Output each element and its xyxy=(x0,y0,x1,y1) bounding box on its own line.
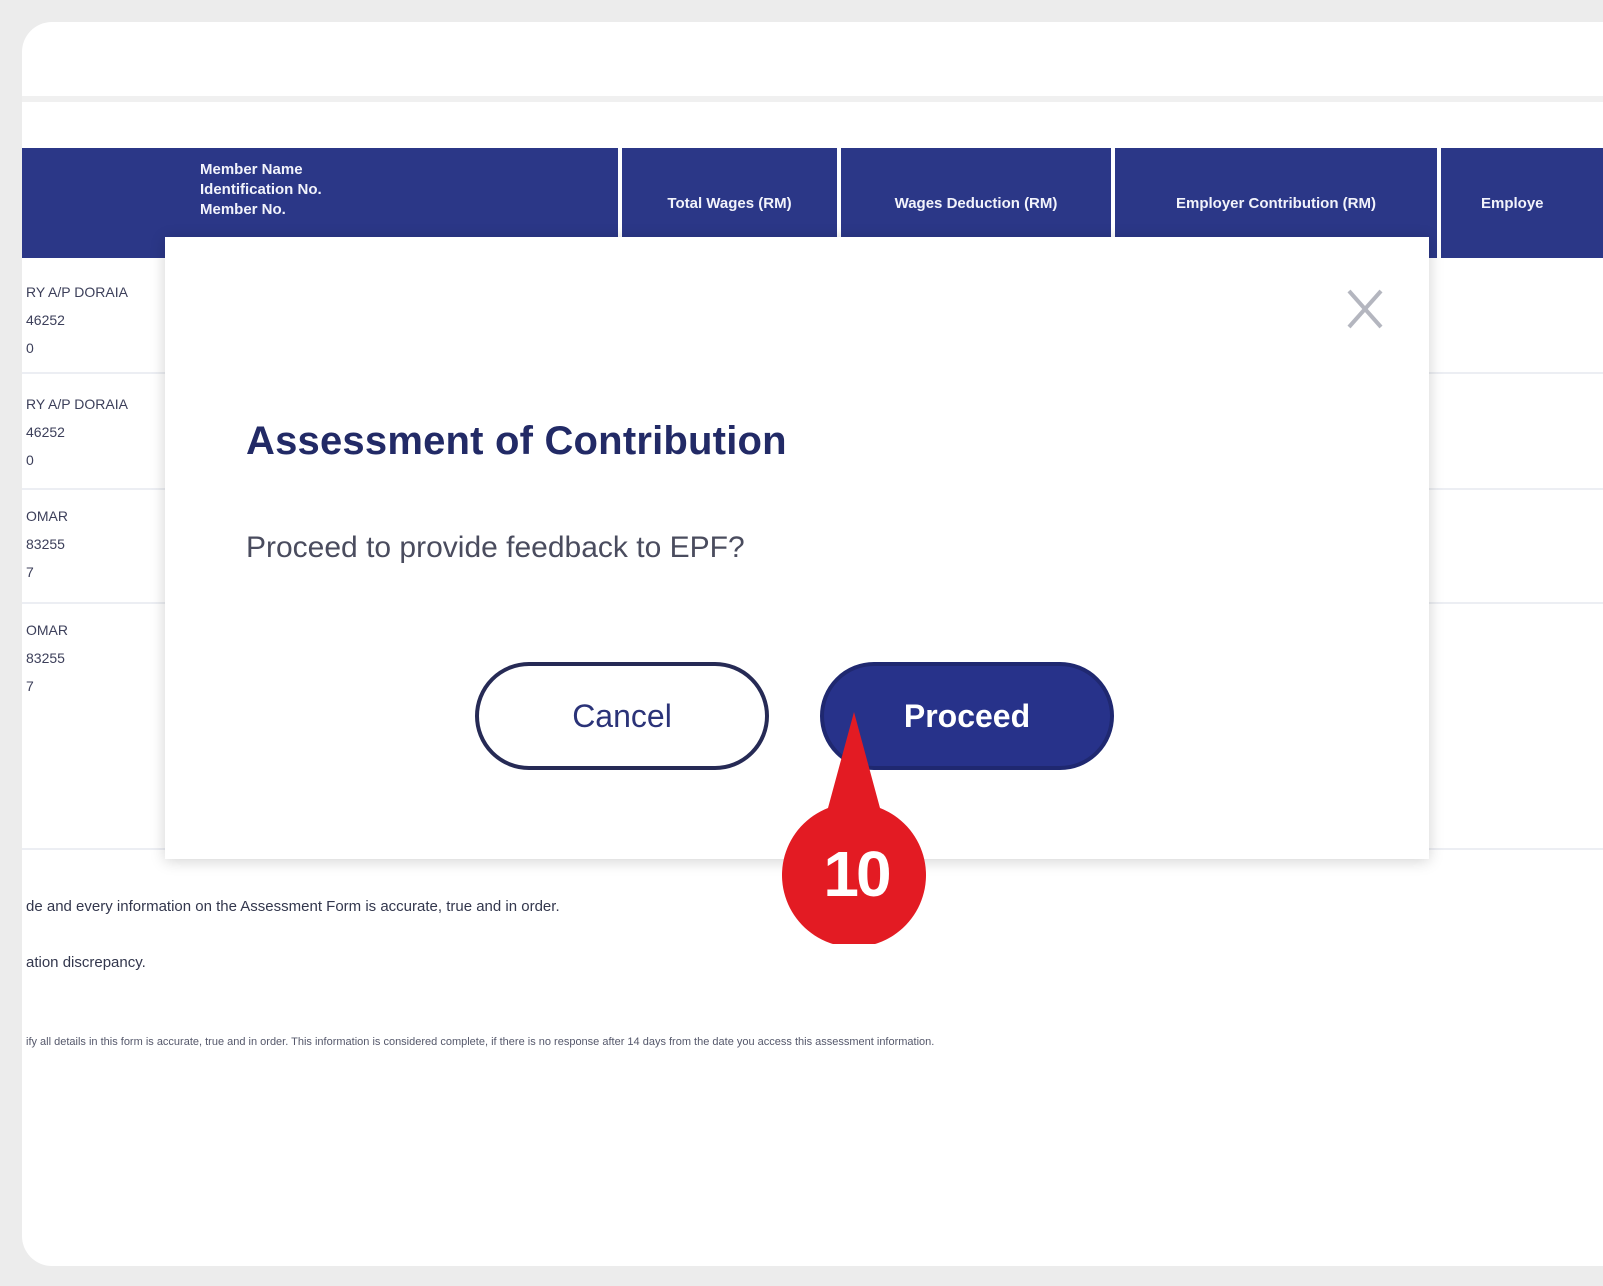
row-member-name: OMAR xyxy=(26,622,68,638)
confirmation-note: ify all details in this form is accurate… xyxy=(26,1036,935,1048)
row-member-no: 7 xyxy=(26,678,34,694)
row-member-no: 0 xyxy=(26,340,34,356)
row-identification-no: 83255 xyxy=(26,650,65,666)
modal-message: Proceed to provide feedback to EPF? xyxy=(246,531,745,564)
close-icon xyxy=(1347,289,1383,329)
header-identification-no: Identification No. xyxy=(200,181,322,198)
declaration-note: de and every information on the Assessme… xyxy=(26,898,560,915)
cancel-button[interactable]: Cancel xyxy=(475,662,769,770)
row-member-no: 7 xyxy=(26,564,34,580)
modal-title: Assessment of Contribution xyxy=(246,419,787,463)
header-member-name: Member Name xyxy=(200,161,303,178)
row-identification-no: 46252 xyxy=(26,312,65,328)
column-header-employee-contribution: Employe xyxy=(1481,194,1544,212)
row-member-name: RY A/P DORAIA xyxy=(26,284,128,300)
row-member-name: OMAR xyxy=(26,508,68,524)
top-divider xyxy=(22,96,1603,102)
close-button[interactable] xyxy=(1341,285,1389,333)
row-member-name: RY A/P DORAIA xyxy=(26,396,128,412)
row-identification-no: 83255 xyxy=(26,536,65,552)
discrepancy-note: ation discrepancy. xyxy=(26,954,146,971)
header-member-no: Member No. xyxy=(200,201,286,218)
column-header-member: Member Name Identification No. Member No… xyxy=(200,160,322,220)
row-identification-no: 46252 xyxy=(26,424,65,440)
step-number: 10 xyxy=(823,838,891,910)
row-member-no: 0 xyxy=(26,452,34,468)
